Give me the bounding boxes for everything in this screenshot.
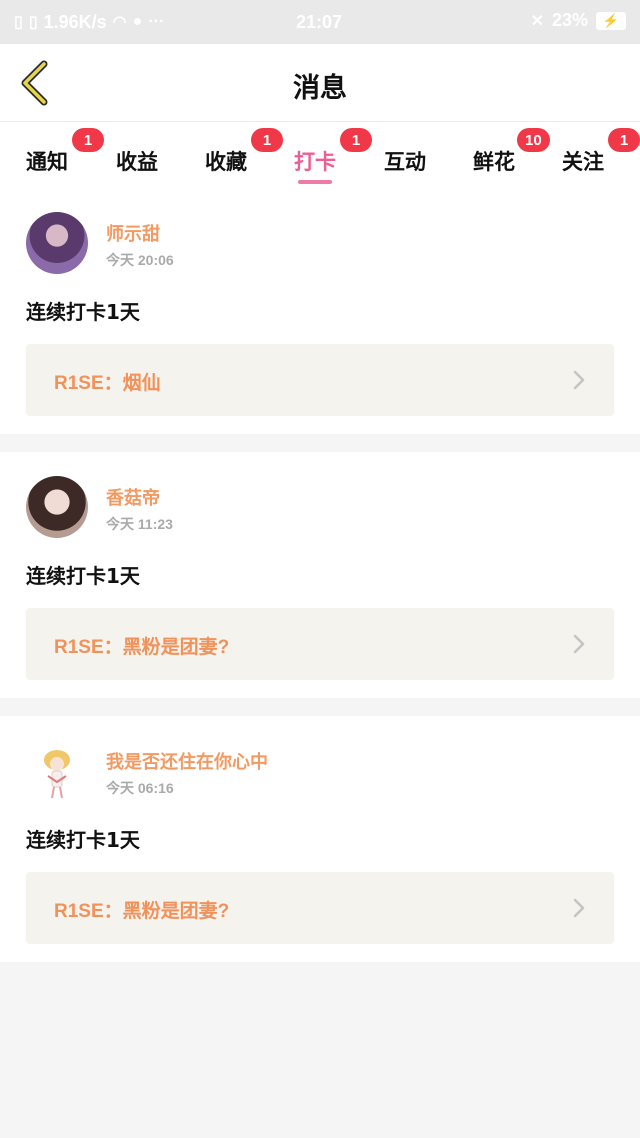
- more-icon: ···: [148, 13, 165, 30]
- battery-icon: ⚡: [596, 11, 626, 30]
- message-content: 连续打卡1天: [26, 828, 140, 852]
- timestamp: 今天 11:23: [106, 516, 173, 532]
- sim2-icon: ▯: [28, 14, 38, 31]
- reference-link[interactable]: R1SE：黑粉是团妻?: [26, 872, 614, 944]
- unread-badge: 1: [251, 128, 283, 152]
- username[interactable]: 香菇帝: [106, 484, 160, 510]
- tab-label: 通知: [26, 150, 68, 174]
- tab-flowers[interactable]: 鲜花 10: [473, 128, 550, 178]
- tab-label: 互动: [384, 150, 426, 174]
- message-content: 连续打卡1天: [26, 564, 140, 588]
- unread-badge: 1: [340, 128, 372, 152]
- message-card: 香菇帝 今天 11:23 连续打卡1天 R1SE：黑粉是团妻?: [0, 452, 640, 698]
- reference-text: R1SE：黑粉是团妻?: [54, 901, 230, 922]
- anime-avatar-icon: [44, 750, 70, 799]
- battery-percent: 23%: [551, 10, 588, 30]
- reference-text: R1SE：黑粉是团妻?: [54, 637, 230, 658]
- chevron-right-icon: [573, 370, 585, 390]
- reference-text: R1SE：烟仙: [54, 373, 161, 394]
- tab-bar: 通知 1 收益 收藏 1 打卡 1 互动 鲜花 10 关注 1: [0, 122, 640, 188]
- tab-earnings[interactable]: 收益: [116, 134, 158, 178]
- tab-label: 收藏: [205, 150, 247, 174]
- avatar[interactable]: [26, 476, 88, 538]
- chevron-right-icon: [573, 634, 585, 654]
- tab-favorites[interactable]: 收藏 1: [205, 128, 283, 178]
- reference-link[interactable]: R1SE：黑粉是团妻?: [26, 608, 614, 680]
- unread-badge: 1: [72, 128, 104, 152]
- reference-link[interactable]: R1SE：烟仙: [26, 344, 614, 416]
- chevron-right-icon: [573, 898, 585, 918]
- page-title: 消息: [293, 73, 347, 104]
- status-right: ✕ 23% ⚡: [531, 10, 626, 31]
- username[interactable]: 师示甜: [106, 220, 160, 246]
- tab-label: 收益: [116, 150, 158, 174]
- message-list: 师示甜 今天 20:06 连续打卡1天 R1SE：烟仙 香菇帝 今天 11:23…: [0, 188, 640, 980]
- active-tab-indicator: [298, 180, 332, 184]
- tab-interaction[interactable]: 互动: [384, 134, 426, 178]
- message-card: 师示甜 今天 20:06 连续打卡1天 R1SE：烟仙: [0, 188, 640, 434]
- clock: 21:07: [296, 12, 343, 32]
- timestamp: 今天 06:16: [106, 780, 174, 796]
- tab-label: 关注: [562, 150, 604, 174]
- timestamp: 今天 20:06: [106, 252, 174, 268]
- tab-follow[interactable]: 关注 1: [562, 128, 640, 178]
- notification-icon: ●: [132, 13, 143, 30]
- username[interactable]: 我是否还住在你心中: [106, 748, 268, 774]
- status-bar: ▯ ▯ 1.96K/s ◠ ● ··· 21:07 ✕ 23% ⚡: [0, 0, 640, 44]
- message-card: 我是否还住在你心中 今天 06:16 连续打卡1天 R1SE：黑粉是团妻?: [0, 716, 640, 962]
- avatar[interactable]: [26, 740, 88, 802]
- sim-icon: ▯: [14, 14, 23, 31]
- nav-bar: 消息: [0, 44, 640, 122]
- status-left: ▯ ▯ 1.96K/s ◠ ● ···: [14, 12, 164, 33]
- avatar[interactable]: [26, 212, 88, 274]
- wifi-icon: ◠: [112, 14, 127, 31]
- unread-badge: 10: [517, 128, 550, 152]
- tab-label: 打卡: [294, 150, 336, 174]
- tab-label: 鲜花: [473, 150, 515, 174]
- mute-icon: ✕: [530, 12, 544, 30]
- message-content: 连续打卡1天: [26, 300, 140, 324]
- tab-checkin[interactable]: 打卡 1: [294, 128, 372, 184]
- tab-notification[interactable]: 通知 1: [26, 128, 104, 178]
- net-speed: 1.96K/s: [43, 11, 107, 32]
- unread-badge: 1: [608, 128, 640, 152]
